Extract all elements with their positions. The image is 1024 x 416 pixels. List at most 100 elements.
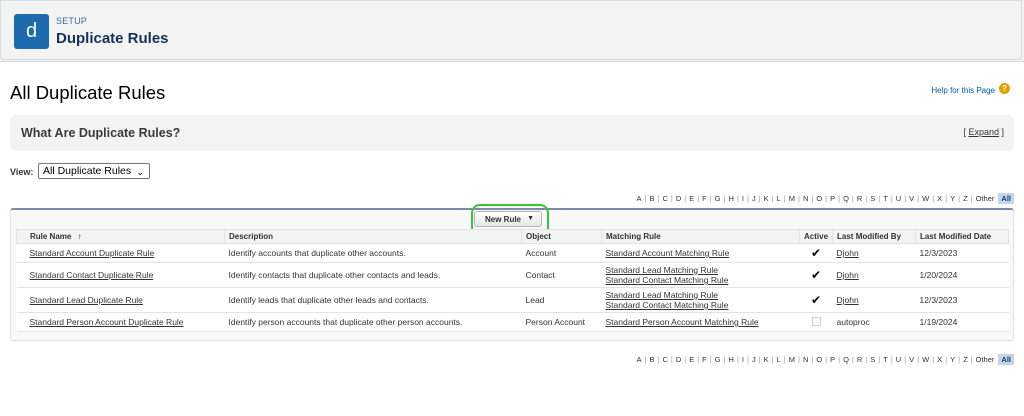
alpha-filter-u[interactable]: U	[894, 355, 903, 364]
unchecked-box-icon	[811, 316, 821, 326]
column-header-matching-rule: Matching Rule	[601, 229, 800, 244]
alpha-filter-l[interactable]: L	[775, 355, 783, 364]
alpha-filter-c[interactable]: C	[660, 194, 669, 203]
column-header-rule-name[interactable]: Rule Name ↑	[16, 229, 225, 244]
rule-name-cell: Standard Account Duplicate Rule	[16, 243, 225, 263]
rule-name-link[interactable]: Standard Lead Duplicate Rule	[30, 295, 143, 305]
alpha-filter-c[interactable]: C	[660, 355, 669, 364]
alpha-filter-j[interactable]: J	[750, 194, 758, 203]
alpha-filter-e[interactable]: E	[687, 355, 696, 364]
alpha-filter-d[interactable]: D	[674, 194, 683, 203]
alpha-filter-k[interactable]: K	[762, 194, 771, 203]
alpha-filter-b[interactable]: B	[647, 194, 656, 203]
alpha-filter-e[interactable]: E	[687, 194, 696, 203]
alpha-filter-other[interactable]: Other	[974, 355, 997, 364]
alpha-filter-x[interactable]: X	[935, 355, 944, 364]
alpha-filter-q[interactable]: Q	[841, 355, 851, 364]
alpha-filter-a[interactable]: A	[635, 194, 644, 203]
view-label: View:	[10, 167, 34, 177]
description-cell: Identify leads that duplicate other lead…	[224, 287, 522, 313]
alpha-filter-h[interactable]: H	[727, 355, 736, 364]
matching-rule-link[interactable]: Standard Person Account Matching Rule	[606, 317, 759, 327]
rule-name-link[interactable]: Standard Person Account Duplicate Rule	[30, 317, 184, 327]
setup-header-panel: d SETUP Duplicate Rules	[0, 0, 1022, 60]
alpha-filter-d[interactable]: D	[674, 355, 683, 364]
matching-rule-link[interactable]: Standard Lead Matching Rule	[606, 265, 718, 275]
chevron-down-icon: ⌄	[136, 167, 144, 177]
expand-control: [ Expand ]	[963, 127, 1004, 137]
matching-rule-cell: Standard Account Matching Rule	[601, 243, 800, 263]
alpha-filter-p[interactable]: P	[828, 355, 837, 364]
alpha-filter-f[interactable]: F	[700, 194, 709, 203]
alpha-filter-q[interactable]: Q	[841, 194, 851, 203]
alpha-filter-b[interactable]: B	[647, 355, 656, 364]
column-header-object: Object	[521, 229, 602, 244]
matching-rule-link[interactable]: Standard Lead Matching Rule	[606, 290, 718, 300]
alpha-filter-h[interactable]: H	[727, 194, 736, 203]
alpha-filter-r[interactable]: R	[855, 355, 864, 364]
alpha-filter-g[interactable]: G	[713, 355, 723, 364]
alpha-filter-n[interactable]: N	[801, 194, 810, 203]
alpha-filter-s[interactable]: S	[868, 194, 877, 203]
alpha-filter-z[interactable]: Z	[961, 355, 970, 364]
alpha-filter-all[interactable]: All	[998, 193, 1014, 204]
alpha-filter-m[interactable]: M	[787, 355, 797, 364]
alpha-filter-y[interactable]: Y	[948, 355, 957, 364]
description-cell: Identify accounts that duplicate other a…	[224, 243, 522, 263]
table-row: Standard Contact Duplicate Rule Identify …	[16, 262, 1009, 288]
rule-name-link[interactable]: Standard Contact Duplicate Rule	[30, 270, 154, 280]
table-row: Standard Account Duplicate Rule Identify …	[16, 243, 1009, 263]
alpha-filter-w[interactable]: W	[920, 194, 931, 203]
alpha-filter-n[interactable]: N	[801, 355, 810, 364]
object-cell: Account	[521, 243, 602, 263]
alpha-filter-k[interactable]: K	[762, 355, 771, 364]
alpha-filter-other[interactable]: Other	[974, 194, 997, 203]
alpha-filter-all[interactable]: All	[998, 354, 1014, 365]
modified-by-link[interactable]: Djohn	[837, 270, 859, 280]
alpha-filter-l[interactable]: L	[775, 194, 783, 203]
alpha-filter-r[interactable]: R	[855, 194, 864, 203]
help-icon[interactable]: ?	[999, 83, 1010, 94]
alpha-filter-g[interactable]: G	[713, 194, 723, 203]
alpha-filter-x[interactable]: X	[935, 194, 944, 203]
alpha-filter-bottom: A | B | C | D | E | F | G | H | I | J | K | L | M | N | O | P | Q | R | S | T |…	[635, 354, 1014, 365]
alpha-filter-p[interactable]: P	[828, 194, 837, 203]
alpha-filter-y[interactable]: Y	[948, 194, 957, 203]
checkmark-icon: ✔	[810, 268, 822, 282]
expand-link[interactable]: Expand	[968, 127, 999, 137]
matching-rule-link[interactable]: Standard Contact Matching Rule	[606, 275, 729, 285]
view-select-value: All Duplicate Rules	[43, 165, 132, 177]
alpha-filter-w[interactable]: W	[920, 355, 931, 364]
alpha-filter-j[interactable]: J	[750, 355, 758, 364]
alpha-filter-a[interactable]: A	[635, 355, 644, 364]
help-link[interactable]: Help for this Page	[931, 86, 995, 95]
alpha-filter-v[interactable]: V	[907, 194, 916, 203]
alpha-filter-top: A | B | C | D | E | F | G | H | I | J | K | L | M | N | O | P | Q | R | S | T |…	[635, 193, 1014, 204]
alpha-filter-m[interactable]: M	[787, 194, 797, 203]
modified-date-cell: 12/3/2023	[915, 243, 1009, 263]
alpha-filter-v[interactable]: V	[907, 355, 916, 364]
active-cell: ✔	[799, 287, 833, 313]
column-header-active: Active	[798, 229, 834, 244]
matching-rule-link[interactable]: Standard Account Matching Rule	[606, 248, 730, 258]
expand-bracket-open: [	[963, 127, 966, 137]
rule-name-link[interactable]: Standard Account Duplicate Rule	[30, 248, 155, 258]
alpha-filter-u[interactable]: U	[894, 194, 903, 203]
alpha-filter-o[interactable]: O	[814, 355, 824, 364]
matching-rule-link[interactable]: Standard Contact Matching Rule	[606, 300, 729, 310]
view-select[interactable]: All Duplicate Rules ⌄	[38, 163, 150, 179]
alpha-filter-t[interactable]: T	[881, 355, 890, 364]
alpha-filter-z[interactable]: Z	[961, 194, 970, 203]
active-cell: ✔	[799, 262, 833, 288]
alpha-filter-t[interactable]: T	[881, 194, 890, 203]
alpha-filter-f[interactable]: F	[700, 355, 709, 364]
alpha-filter-o[interactable]: O	[814, 194, 824, 203]
setup-eyebrow: SETUP	[56, 16, 88, 26]
info-panel-title: What Are Duplicate Rules?	[21, 126, 181, 140]
modified-by-link[interactable]: Djohn	[837, 295, 859, 305]
modified-by-link[interactable]: Djohn	[837, 248, 859, 258]
alpha-filter-s[interactable]: S	[868, 355, 877, 364]
object-cell: Person Account	[521, 312, 602, 332]
table-row: Standard Lead Duplicate Rule Identify lea…	[16, 287, 1009, 313]
sort-ascending-icon: ↑	[77, 232, 82, 241]
